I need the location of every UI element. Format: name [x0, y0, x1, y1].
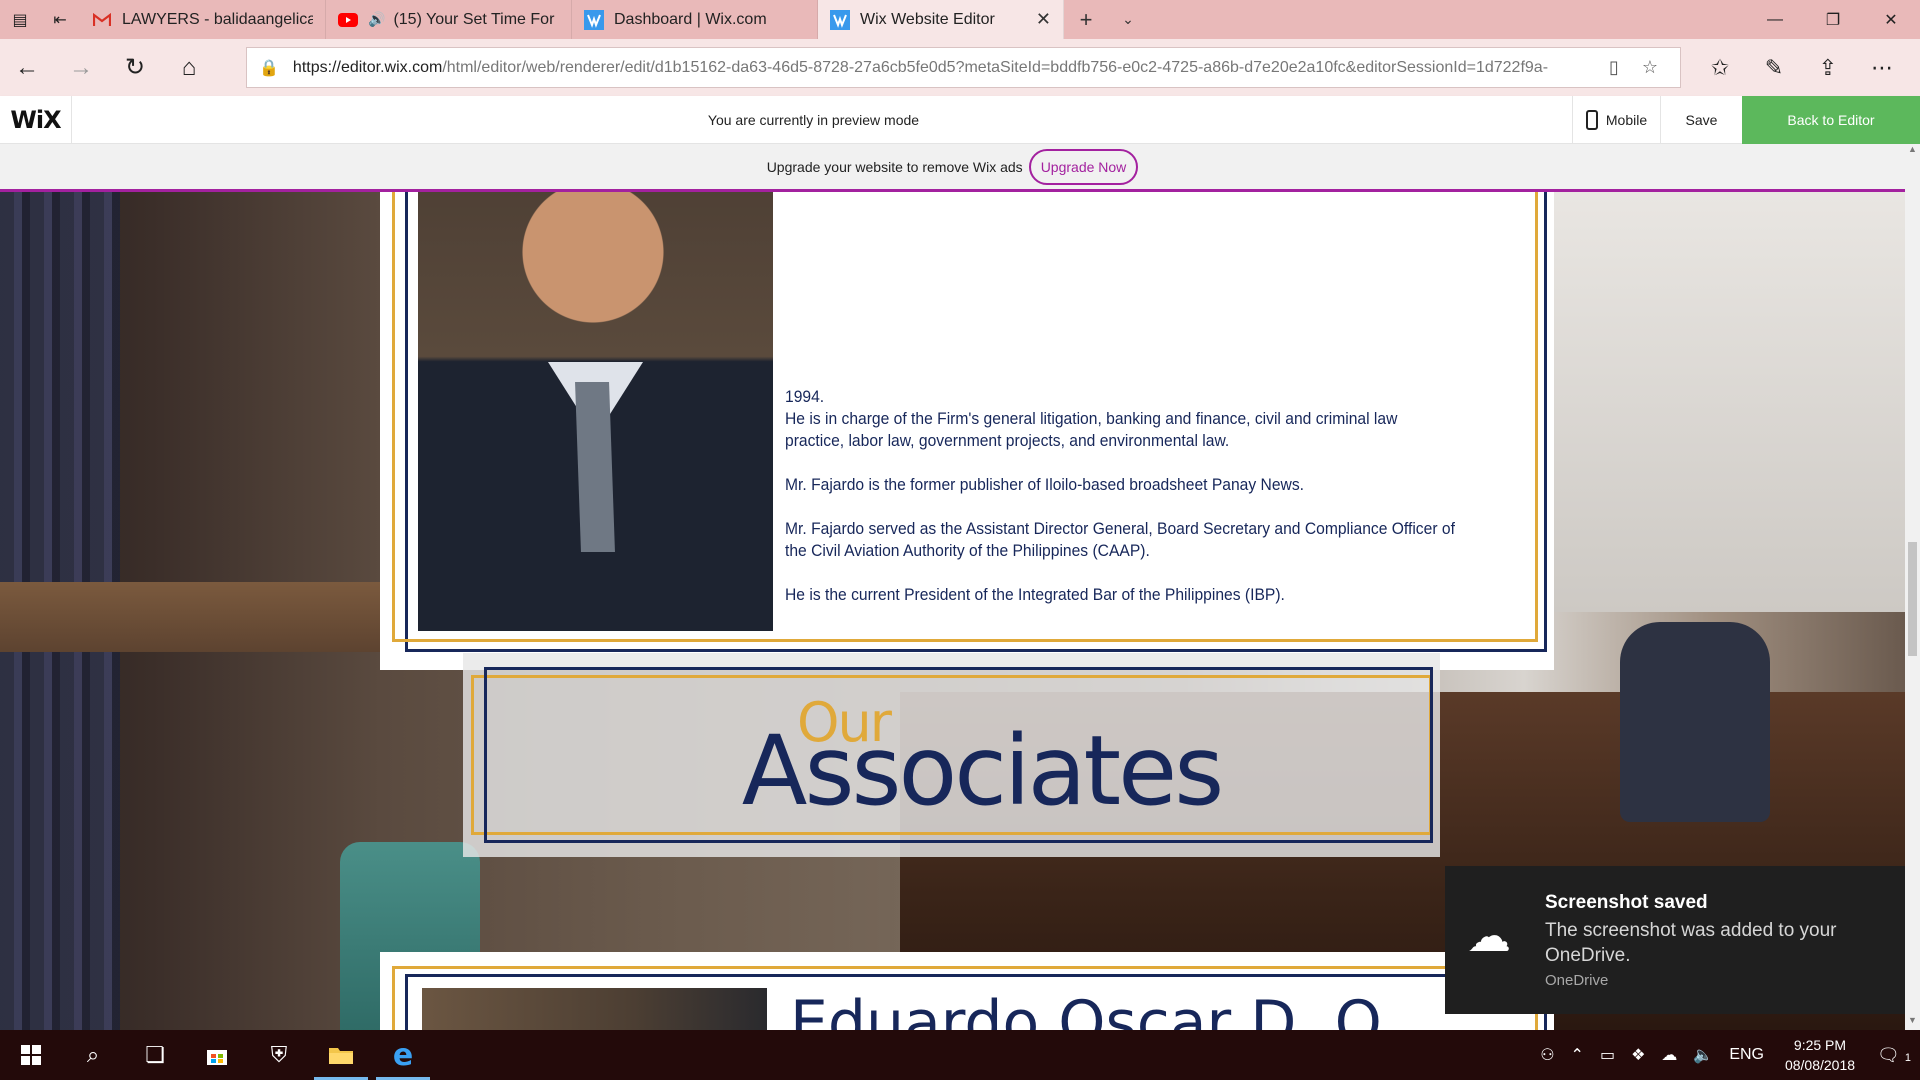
- associate-name: Eduardo Oscar D. O: [790, 988, 1382, 1030]
- tab-gmail[interactable]: LAWYERS - balidaangelica@: [80, 0, 326, 39]
- task-view-icon[interactable]: ❏: [124, 1030, 186, 1080]
- window-controls: — ❐ ✕: [1746, 0, 1920, 39]
- browser-actions: ✩ ✎ ⇪ ⋯: [1693, 55, 1909, 81]
- refresh-icon[interactable]: ↻: [108, 39, 162, 96]
- system-tray: ⚇ ⌃ ▭ ❖ ☁ 🔈 ENG 9:25 PM 08/08/2018 🗨 1: [1532, 1030, 1920, 1080]
- onedrive-icon[interactable]: ☁: [1653, 1045, 1685, 1065]
- pen-icon[interactable]: ✎: [1747, 55, 1801, 81]
- share-icon[interactable]: ⇪: [1801, 55, 1855, 81]
- lock-icon: 🔒: [259, 59, 279, 77]
- close-window-icon[interactable]: ✕: [1862, 0, 1920, 39]
- audio-playing-icon[interactable]: 🔊: [368, 11, 385, 28]
- toast-title: Screenshot saved: [1545, 892, 1708, 913]
- wix-icon: [830, 9, 850, 30]
- dropbox-icon[interactable]: ❖: [1623, 1045, 1653, 1065]
- browser-tab-strip: ▤ ⇤ LAWYERS - balidaangelica@ 🔊 (15) You…: [0, 0, 1920, 39]
- wix-preview-bar: WiX You are currently in preview mode Mo…: [0, 95, 1920, 144]
- notification-bubble-icon: 🗨: [1877, 1044, 1900, 1065]
- background-chair: [1620, 622, 1770, 822]
- partner-bio-card: 1994. He is in charge of the Firm's gene…: [380, 192, 1554, 670]
- bio-paragraph: He is the current President of the Integ…: [785, 585, 1285, 604]
- forward-icon[interactable]: →: [54, 39, 108, 96]
- search-icon[interactable]: ⌕: [62, 1030, 124, 1080]
- new-tab-icon[interactable]: +: [1064, 0, 1108, 39]
- chevron-down-icon[interactable]: ⌄: [1108, 0, 1148, 39]
- scroll-down-icon[interactable]: ▼: [1905, 1015, 1920, 1030]
- more-icon[interactable]: ⋯: [1855, 55, 1909, 81]
- tab-label: Dashboard | Wix.com: [614, 10, 767, 28]
- bio-text: 1994. He is in charge of the Firm's gene…: [785, 386, 1457, 628]
- section-heading-box: Our Associates: [463, 653, 1440, 857]
- restore-icon[interactable]: ❐: [1804, 0, 1862, 39]
- tab-label: LAWYERS - balidaangelica@: [122, 10, 313, 28]
- clock-time: 9:25 PM: [1793, 1037, 1847, 1053]
- action-center-icon[interactable]: 🗨 1: [1868, 1045, 1920, 1066]
- partner-portrait: [418, 192, 773, 631]
- tab-wix-dashboard[interactable]: Dashboard | Wix.com: [572, 0, 818, 39]
- scrollbar-thumb[interactable]: [1908, 542, 1917, 656]
- toast-source: OneDrive: [1545, 972, 1609, 989]
- language-indicator[interactable]: ENG: [1721, 1046, 1772, 1064]
- clock-date: 08/08/2018: [1784, 1057, 1856, 1073]
- toast-body: The screenshot was added to your OneDriv…: [1545, 920, 1837, 966]
- wix-icon: [584, 9, 604, 30]
- bio-paragraph: Mr. Fajardo is the former publisher of I…: [785, 475, 1304, 494]
- store-icon[interactable]: [186, 1030, 248, 1080]
- url-path: /html/editor/web/renderer/edit/d1b15162-…: [442, 58, 1549, 76]
- cloud-icon: ☁: [1467, 912, 1511, 961]
- taskbar: ⌕ ❏ ⛨ e ⚇ ⌃ ▭ ❖ ☁ 🔈 ENG 9:25 PM 08/08/20…: [0, 1030, 1920, 1080]
- bio-paragraph: He is in charge of the Firm's general li…: [785, 409, 1398, 450]
- preview-mode-message: You are currently in preview mode: [707, 111, 920, 128]
- bio-paragraph: 1994.: [785, 387, 825, 406]
- people-icon[interactable]: ⚇: [1532, 1045, 1562, 1065]
- associate-photo: [422, 988, 767, 1030]
- home-icon[interactable]: ⌂: [162, 39, 216, 96]
- gmail-icon: [92, 10, 112, 30]
- favorites-icon[interactable]: ✩: [1693, 55, 1747, 81]
- minimize-icon[interactable]: —: [1746, 0, 1804, 39]
- youtube-icon: [338, 10, 358, 30]
- onedrive-toast[interactable]: ☁ Screenshot saved The screenshot was ad…: [1445, 866, 1905, 1014]
- scroll-up-icon[interactable]: ▲: [1905, 144, 1920, 159]
- url-host: https://editor.wix.com: [292, 58, 443, 76]
- notification-count: 1: [1904, 1051, 1911, 1064]
- address-bar[interactable]: 🔒 https://editor.wix.com/html/editor/web…: [246, 47, 1681, 88]
- show-hidden-icons[interactable]: ⌃: [1563, 1045, 1592, 1065]
- tab-label: Wix Website Editor: [860, 10, 995, 28]
- security-shield-icon[interactable]: ⛨: [248, 1030, 310, 1080]
- tab-wix-editor[interactable]: Wix Website Editor ✕: [818, 0, 1064, 39]
- clock[interactable]: 9:25 PM 08/08/2018: [1772, 1035, 1868, 1075]
- back-to-editor-button[interactable]: Back to Editor: [1742, 95, 1920, 144]
- tab-youtube[interactable]: 🔊 (15) Your Set Time For I: [326, 0, 572, 39]
- navigation-bar: ← → ↻ ⌂ 🔒 https://editor.wix.com/html/ed…: [0, 39, 1920, 96]
- upgrade-now-button[interactable]: Upgrade Now: [1028, 148, 1139, 185]
- set-aside-tabs-icon[interactable]: ⇤: [40, 0, 80, 39]
- favorite-star-icon[interactable]: ☆: [1632, 57, 1668, 78]
- url-text[interactable]: https://editor.wix.com/html/editor/web/r…: [293, 59, 1596, 77]
- page-scrollbar[interactable]: ▲ ▼: [1905, 144, 1920, 1030]
- save-button[interactable]: Save: [1660, 95, 1742, 144]
- start-icon[interactable]: [0, 1030, 62, 1080]
- bio-paragraph: Mr. Fajardo served as the Assistant Dire…: [785, 519, 1455, 560]
- upgrade-banner: Upgrade your website to remove Wix ads U…: [0, 144, 1905, 192]
- associate-card: Eduardo Oscar D. O: [380, 952, 1554, 1030]
- back-icon[interactable]: ←: [0, 39, 54, 96]
- upgrade-text: Upgrade your website to remove Wix ads: [766, 158, 1023, 175]
- tab-label: (15) Your Set Time For I: [393, 10, 559, 28]
- tab-manager-icon[interactable]: ▤: [0, 0, 40, 39]
- close-tab-icon[interactable]: ✕: [1036, 9, 1051, 30]
- reading-view-icon[interactable]: ▯: [1596, 57, 1632, 78]
- heading-title: Associates: [741, 715, 1224, 827]
- battery-icon[interactable]: ▭: [1592, 1045, 1623, 1065]
- file-explorer-icon[interactable]: [310, 1030, 372, 1080]
- volume-icon[interactable]: 🔈: [1685, 1045, 1721, 1065]
- edge-browser-icon[interactable]: e: [372, 1030, 434, 1080]
- portrait-tie: [575, 382, 615, 552]
